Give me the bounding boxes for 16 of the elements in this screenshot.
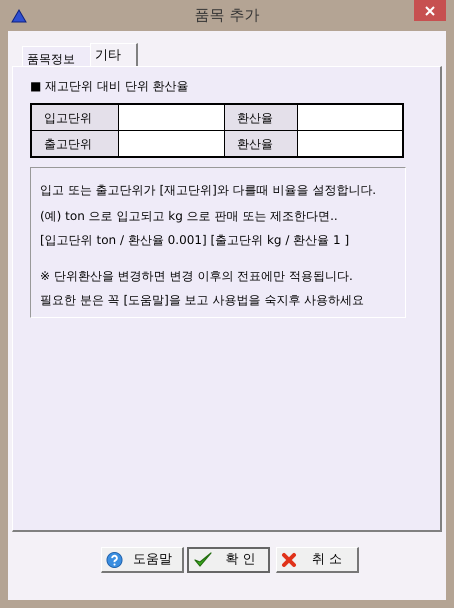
table-cell: 입고단위 bbox=[32, 105, 118, 130]
section-title: ■ 재고단위 대비 단위 환산율 bbox=[30, 78, 190, 95]
tab[interactable]: 기타 bbox=[90, 43, 138, 66]
ok-button[interactable]: 확 인 bbox=[187, 547, 270, 573]
table-cell: 환산율 bbox=[225, 105, 297, 130]
help-button[interactable]: 도움말 bbox=[101, 547, 184, 573]
tab[interactable]: 품목정보 bbox=[22, 46, 90, 66]
note-text: [입고단위 ton / 환산율 0.001] [출고단위 kg / 환산율 1 ] bbox=[40, 232, 350, 249]
table-cell: 환산율 bbox=[225, 131, 297, 156]
note-text: 입고 또는 출고단위가 [재고단위]와 다를때 비율을 설정합니다. bbox=[40, 182, 378, 199]
table-cell: 출고단위 bbox=[32, 131, 118, 156]
note-text: ※ 단위환산을 변경하면 변경 이후의 전표에만 적용됩니다. bbox=[40, 268, 354, 285]
note-text: 필요한 분은 꼭 [도움말]을 보고 사용법을 숙지후 사용하세요 bbox=[40, 292, 366, 309]
cancel-button[interactable]: 취 소 bbox=[276, 547, 359, 573]
window-title: 품목 추가 bbox=[194, 5, 260, 26]
note-text: (예) ton 으로 입고되고 kg 으로 판매 또는 제조한다면.. bbox=[40, 208, 339, 225]
